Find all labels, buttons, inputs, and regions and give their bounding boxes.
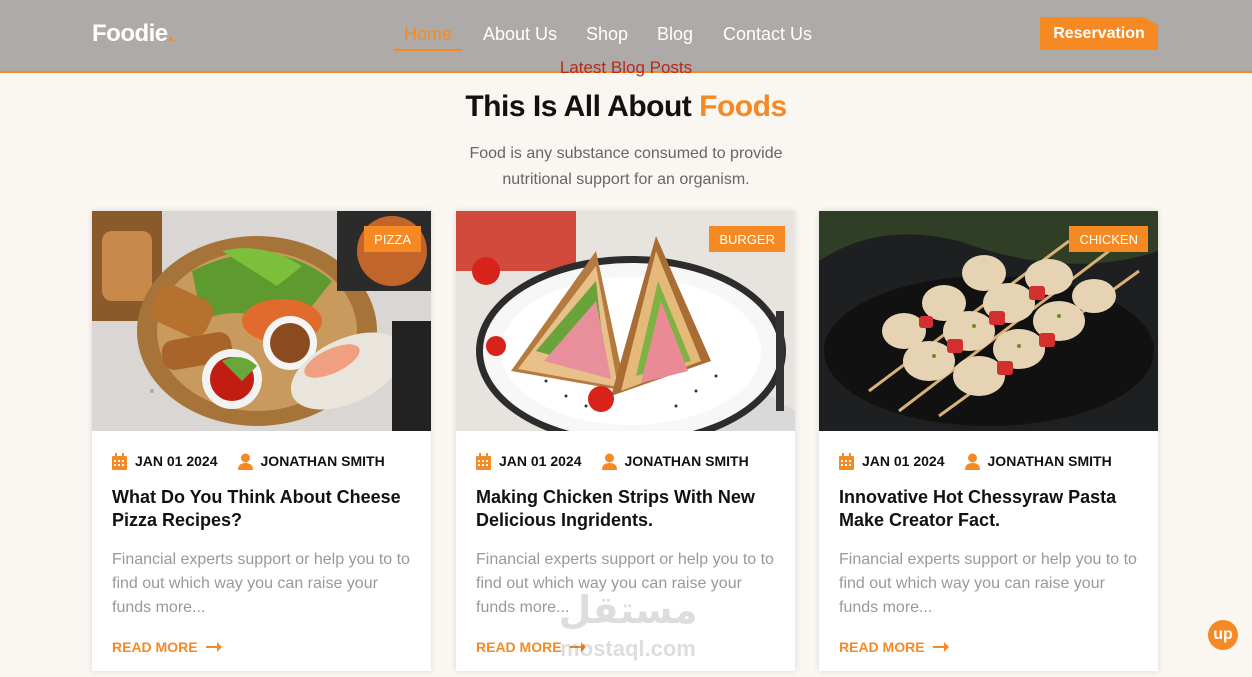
nav-about-us[interactable]: About Us [483, 24, 557, 45]
reservation-button[interactable]: Reservation [1040, 17, 1158, 50]
read-more-label: READ MORE [112, 639, 198, 655]
nav-blog[interactable]: Blog [657, 24, 693, 45]
section-title-main: This Is All About [465, 90, 700, 123]
post-title[interactable]: What Do You Think About Cheese Pizza Rec… [112, 486, 412, 532]
nav-shop[interactable]: Shop [586, 24, 628, 45]
post-date: JAN 01 2024 [499, 453, 582, 469]
chicken-skewers-photo[interactable]: CHICKEN [819, 211, 1158, 431]
read-more-link[interactable]: READ MORE [839, 639, 949, 655]
sandwich-photo[interactable]: BURGER [456, 211, 795, 431]
user-icon [964, 453, 980, 470]
back-to-top-button[interactable]: up [1208, 620, 1238, 650]
category-tag[interactable]: BURGER [709, 226, 785, 252]
read-more-link[interactable]: READ MORE [112, 639, 222, 655]
user-icon [601, 453, 617, 470]
nav-home[interactable]: Home [404, 24, 452, 45]
nav-active-underline [394, 49, 462, 51]
section-title: This Is All About Foods [0, 90, 1252, 124]
calendar-icon [839, 452, 854, 470]
arrow-right-icon [932, 642, 949, 652]
blog-card: CHICKEN JAN 01 2024 JONATHAN SMITH Innov… [819, 211, 1158, 671]
brand-name: Foodie [92, 20, 168, 47]
mostaql-watermark: مستقل mostaql.com [548, 588, 708, 666]
spring-rolls-photo[interactable]: PIZZA [92, 211, 431, 431]
category-tag[interactable]: CHICKEN [1069, 226, 1148, 252]
blog-card: PIZZA JAN 01 2024 JONATHAN SMITH What Do… [92, 211, 431, 671]
post-date: JAN 01 2024 [135, 453, 218, 469]
brand-logo[interactable]: Foodie. [92, 20, 174, 48]
category-tag[interactable]: PIZZA [364, 226, 421, 252]
post-author[interactable]: JONATHAN SMITH [625, 453, 749, 469]
post-author[interactable]: JONATHAN SMITH [988, 453, 1112, 469]
user-icon [237, 453, 253, 470]
read-more-label: READ MORE [839, 639, 925, 655]
section-kicker: Latest Blog Posts [559, 58, 693, 77]
post-title[interactable]: Innovative Hot Chessyraw Pasta Make Crea… [839, 486, 1139, 532]
post-meta: JAN 01 2024 JONATHAN SMITH [839, 451, 1139, 471]
post-title[interactable]: Making Chicken Strips With New Delicious… [476, 486, 776, 532]
arrow-right-icon [205, 642, 222, 652]
post-date: JAN 01 2024 [862, 453, 945, 469]
brand-dot: . [167, 20, 175, 47]
section-description-line1: Food is any substance consumed to provid… [469, 145, 783, 162]
calendar-icon [112, 452, 127, 470]
post-excerpt: Financial experts support or help you to… [112, 551, 410, 616]
section-description: Food is any substance consumed to provid… [0, 141, 1252, 193]
post-meta: JAN 01 2024 JONATHAN SMITH [112, 451, 412, 471]
post-author[interactable]: JONATHAN SMITH [261, 453, 385, 469]
watermark-arabic: مستقل [558, 588, 698, 632]
post-excerpt: Financial experts support or help you to… [839, 551, 1137, 616]
watermark-latin: mostaql.com [560, 636, 696, 661]
section-title-accent: Foods [699, 90, 787, 123]
section-description-line2: nutritional support for an organism. [502, 171, 750, 188]
post-meta: JAN 01 2024 JONATHAN SMITH [476, 451, 776, 471]
nav-contact-us[interactable]: Contact Us [723, 24, 812, 45]
calendar-icon [476, 452, 491, 470]
